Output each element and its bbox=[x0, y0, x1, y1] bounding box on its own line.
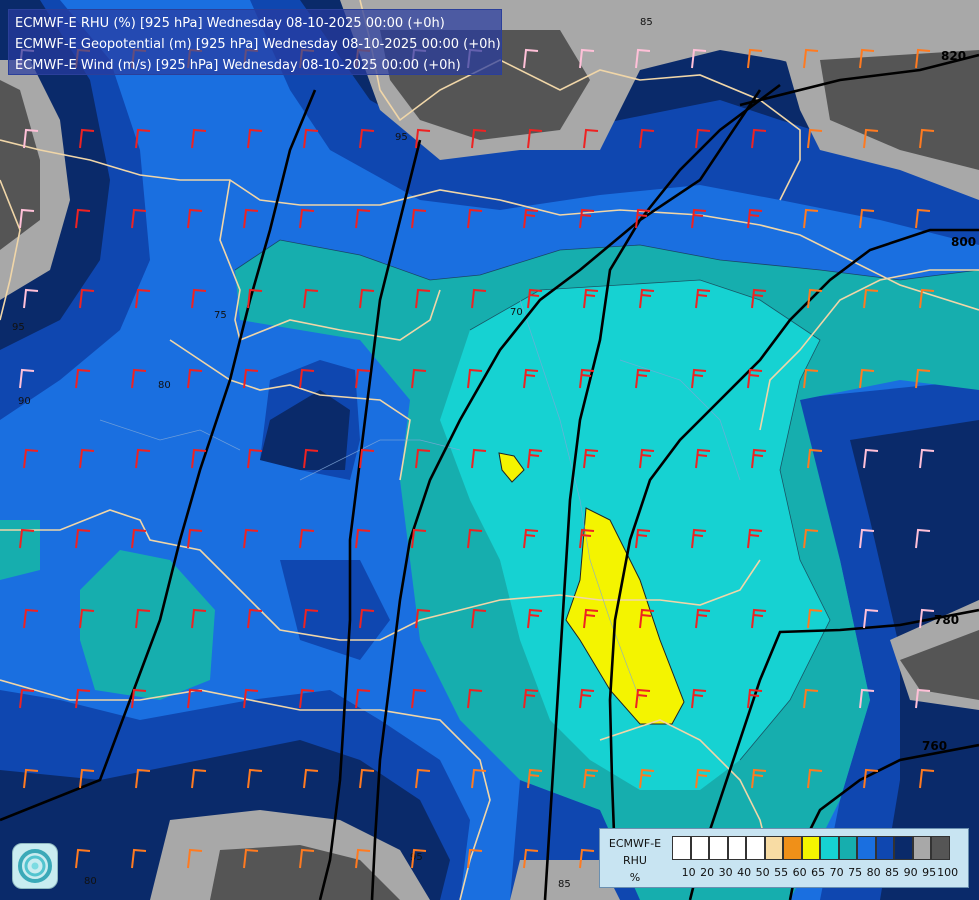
label-rhu-85b: 85 bbox=[558, 879, 571, 890]
legend-tick: 85 bbox=[885, 866, 900, 879]
weather-map[interactable]: 820 800 780 760 95 95 95 90 85 85 80 80 … bbox=[0, 0, 979, 900]
label-rhu-80: 80 bbox=[158, 380, 171, 391]
rhu-legend: ECMWF-E RHU % 10 20 30 40 50 55 60 65 70 75 80 85 90… bbox=[599, 828, 969, 888]
legend-tick: 75 bbox=[848, 866, 863, 879]
legend-tick: 70 bbox=[829, 866, 844, 879]
legend-swatch bbox=[894, 836, 913, 860]
legend-swatch bbox=[690, 836, 709, 860]
legend-swatch bbox=[838, 836, 857, 860]
label-rhu-75: 75 bbox=[214, 310, 227, 321]
legend-swatch bbox=[783, 836, 802, 860]
legend-swatches bbox=[672, 836, 950, 860]
legend-swatch bbox=[875, 836, 894, 860]
legend-tick: 55 bbox=[774, 866, 789, 879]
legend-tick: 95 bbox=[922, 866, 937, 879]
legend-tick: 65 bbox=[811, 866, 826, 879]
legend-tick: 80 bbox=[866, 866, 881, 879]
label-rhu-90: 90 bbox=[18, 396, 31, 407]
label-geo-820: 820 bbox=[941, 49, 966, 63]
legend-swatch bbox=[820, 836, 839, 860]
legend-swatch bbox=[746, 836, 765, 860]
label-rhu-70: 70 bbox=[510, 307, 523, 318]
legend-unit: % bbox=[629, 871, 641, 884]
legend-swatch bbox=[727, 836, 746, 860]
legend-swatch bbox=[857, 836, 876, 860]
legend-tick: 90 bbox=[903, 866, 918, 879]
legend-swatch bbox=[672, 836, 691, 860]
legend-param: RHU bbox=[623, 854, 647, 867]
legend-swatch bbox=[931, 836, 950, 860]
label-geo-800: 800 bbox=[951, 235, 976, 249]
map-title-box: ECMWF-E RHU (%) [925 hPa] Wednesday 08-1… bbox=[8, 9, 502, 75]
label-geo-780: 780 bbox=[934, 613, 959, 627]
label-rhu-80b: 80 bbox=[84, 876, 97, 887]
label-rhu-95b: 95 bbox=[12, 322, 25, 333]
legend-tick: 50 bbox=[755, 866, 770, 879]
label-rhu-95a: 95 bbox=[395, 132, 408, 143]
swirl-icon bbox=[18, 849, 52, 883]
legend-model: ECMWF-E bbox=[608, 837, 662, 850]
map-canvas: 820 800 780 760 95 95 95 90 85 85 80 80 … bbox=[0, 0, 979, 900]
title-wind: ECMWF-E Wind (m/s) [925 hPa] Wednesday 0… bbox=[15, 58, 461, 73]
legend-tick: 10 bbox=[681, 866, 696, 879]
label-rhu-85: 85 bbox=[640, 17, 653, 28]
legend-swatch bbox=[912, 836, 931, 860]
legend-tick: 20 bbox=[700, 866, 715, 879]
legend-swatch bbox=[764, 836, 783, 860]
ecmwf-logo bbox=[12, 843, 58, 889]
legend-tick: 100 bbox=[937, 866, 959, 879]
legend-tick: 30 bbox=[718, 866, 733, 879]
title-rhu: ECMWF-E RHU (%) [925 hPa] Wednesday 08-1… bbox=[15, 16, 445, 31]
legend-swatch bbox=[801, 836, 820, 860]
legend-tick: 40 bbox=[737, 866, 752, 879]
legend-swatch bbox=[709, 836, 728, 860]
legend-ticks: 10 20 30 40 50 55 60 65 70 75 80 85 90 95 100 bbox=[672, 866, 972, 880]
legend-tick: 60 bbox=[792, 866, 807, 879]
title-geopotential: ECMWF-E Geopotential (m) [925 hPa] Wedne… bbox=[15, 37, 501, 52]
label-geo-760: 760 bbox=[922, 739, 947, 753]
